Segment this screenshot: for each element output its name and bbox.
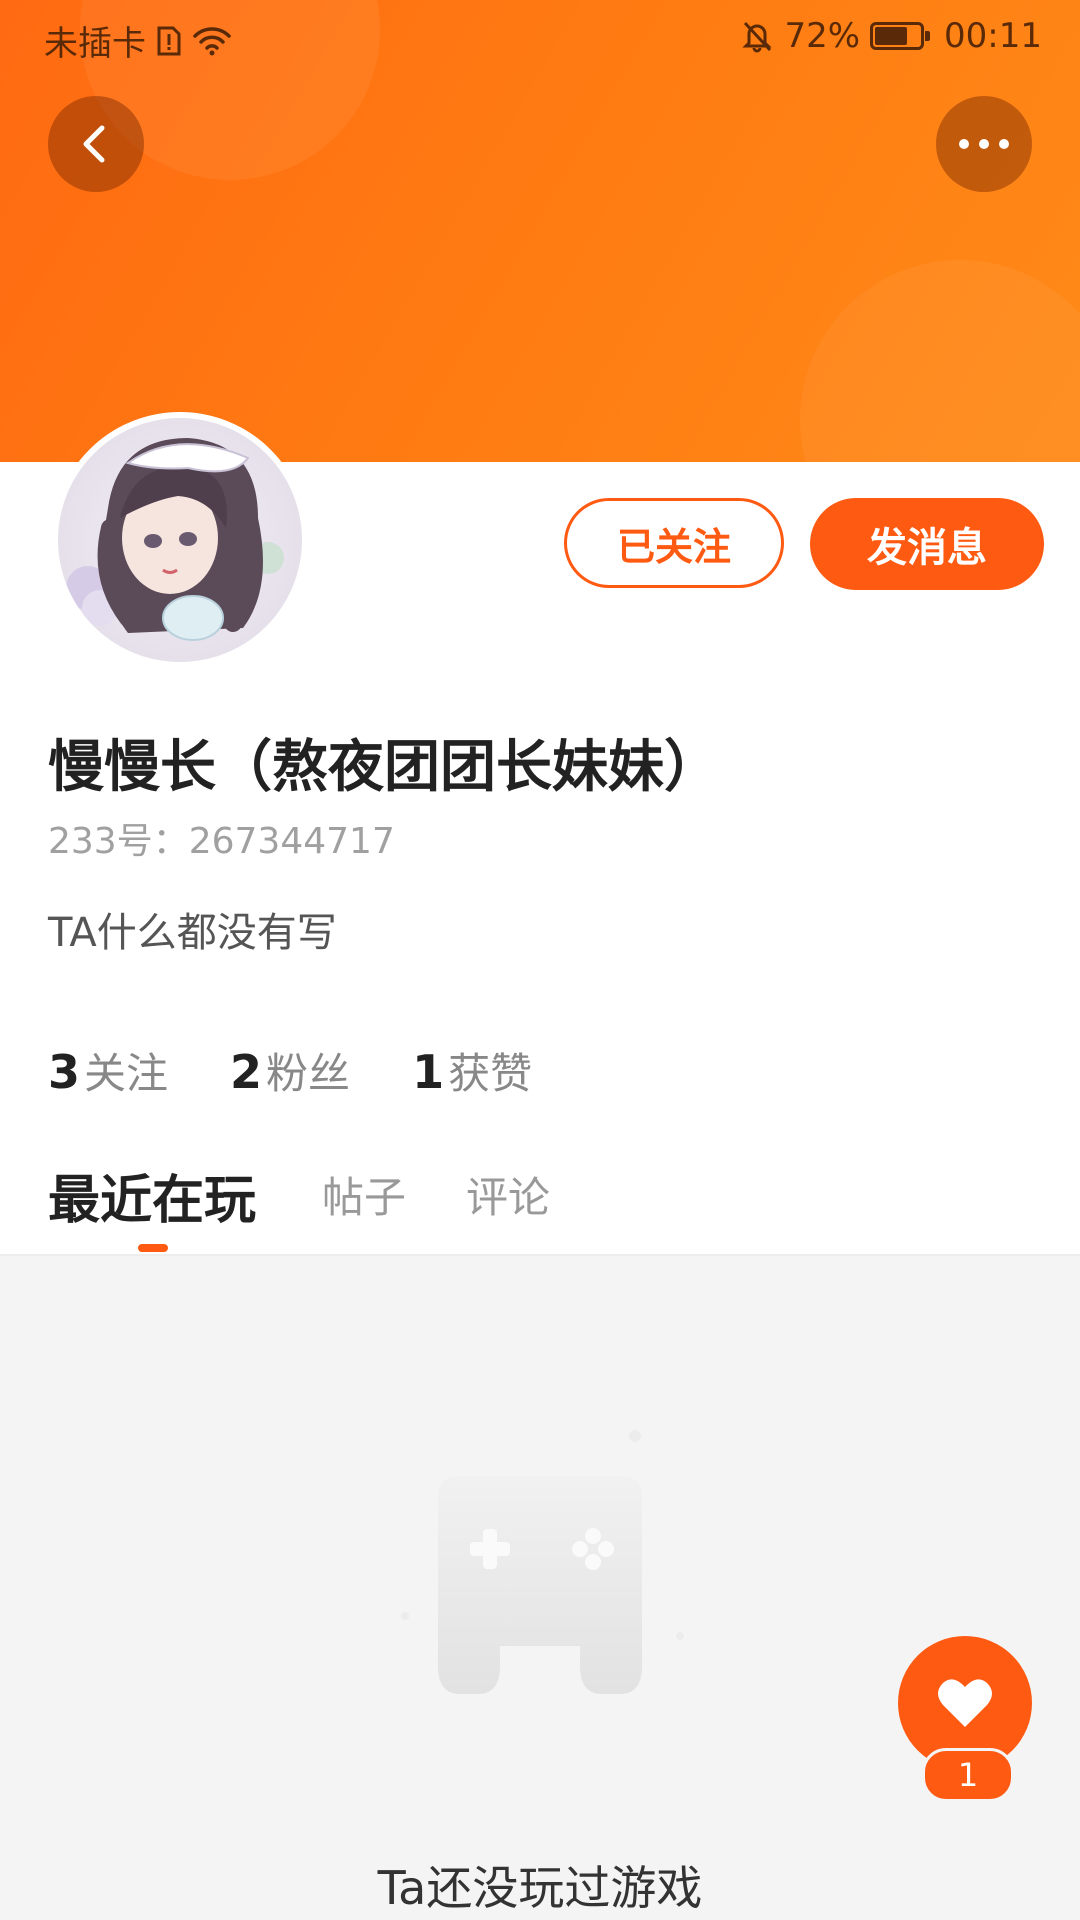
empty-state-text: Ta还没玩过游戏 bbox=[377, 1861, 703, 1915]
stat-likes[interactable]: 1 获赞 bbox=[412, 1040, 532, 1101]
status-bar: 未插卡 72% 00:11 bbox=[0, 0, 1080, 76]
stat-following[interactable]: 3 关注 bbox=[48, 1040, 168, 1101]
more-button[interactable] bbox=[936, 96, 1032, 192]
mute-bell-icon bbox=[740, 19, 774, 53]
gamepad-icon bbox=[380, 1416, 700, 1720]
stat-followers[interactable]: 2 粉丝 bbox=[230, 1040, 350, 1101]
stat-number: 2 bbox=[230, 1045, 263, 1099]
carrier-text: 未插卡 bbox=[44, 24, 146, 64]
tab-content: Ta还没玩过游戏 bbox=[0, 1256, 1080, 1920]
battery-percent: 72% bbox=[784, 16, 861, 56]
stat-label: 获赞 bbox=[448, 1049, 533, 1098]
banner-decoration bbox=[800, 260, 1080, 462]
tab-posts[interactable]: 帖子 bbox=[322, 1164, 406, 1225]
back-button[interactable] bbox=[48, 96, 144, 192]
user-bio: TA什么都没有写 bbox=[48, 910, 337, 956]
profile-stats: 3 关注 2 粉丝 1 获赞 bbox=[48, 1040, 532, 1101]
heart-icon bbox=[938, 1679, 992, 1727]
stat-label: 粉丝 bbox=[266, 1049, 351, 1098]
avatar[interactable] bbox=[52, 412, 308, 668]
followed-button[interactable]: 已关注 bbox=[564, 498, 784, 588]
send-message-button[interactable]: 发消息 bbox=[810, 498, 1044, 590]
chevron-left-icon bbox=[83, 125, 105, 163]
sim-alert-icon bbox=[156, 25, 182, 57]
tab-recently-played[interactable]: 最近在玩 bbox=[48, 1158, 256, 1233]
user-id: 233号：267344717 bbox=[48, 821, 395, 862]
tab-comments[interactable]: 评论 bbox=[466, 1164, 550, 1225]
profile-banner: 未插卡 72% 00:11 bbox=[0, 0, 1080, 462]
wifi-icon bbox=[192, 25, 232, 57]
battery-icon bbox=[870, 22, 931, 50]
clock-time: 00:11 bbox=[944, 16, 1042, 56]
stat-number: 1 bbox=[412, 1045, 445, 1099]
tab-active-indicator bbox=[138, 1244, 168, 1252]
battery-fill bbox=[875, 27, 907, 45]
more-dots-icon bbox=[959, 139, 1009, 149]
like-count-badge: 1 bbox=[922, 1748, 1014, 1802]
stat-number: 3 bbox=[48, 1045, 81, 1099]
stat-label: 关注 bbox=[84, 1049, 169, 1098]
user-nickname: 慢慢长（熬夜团团长妹妹） bbox=[48, 735, 720, 800]
profile-tabs: 最近在玩 帖子 评论 bbox=[0, 1150, 1080, 1256]
